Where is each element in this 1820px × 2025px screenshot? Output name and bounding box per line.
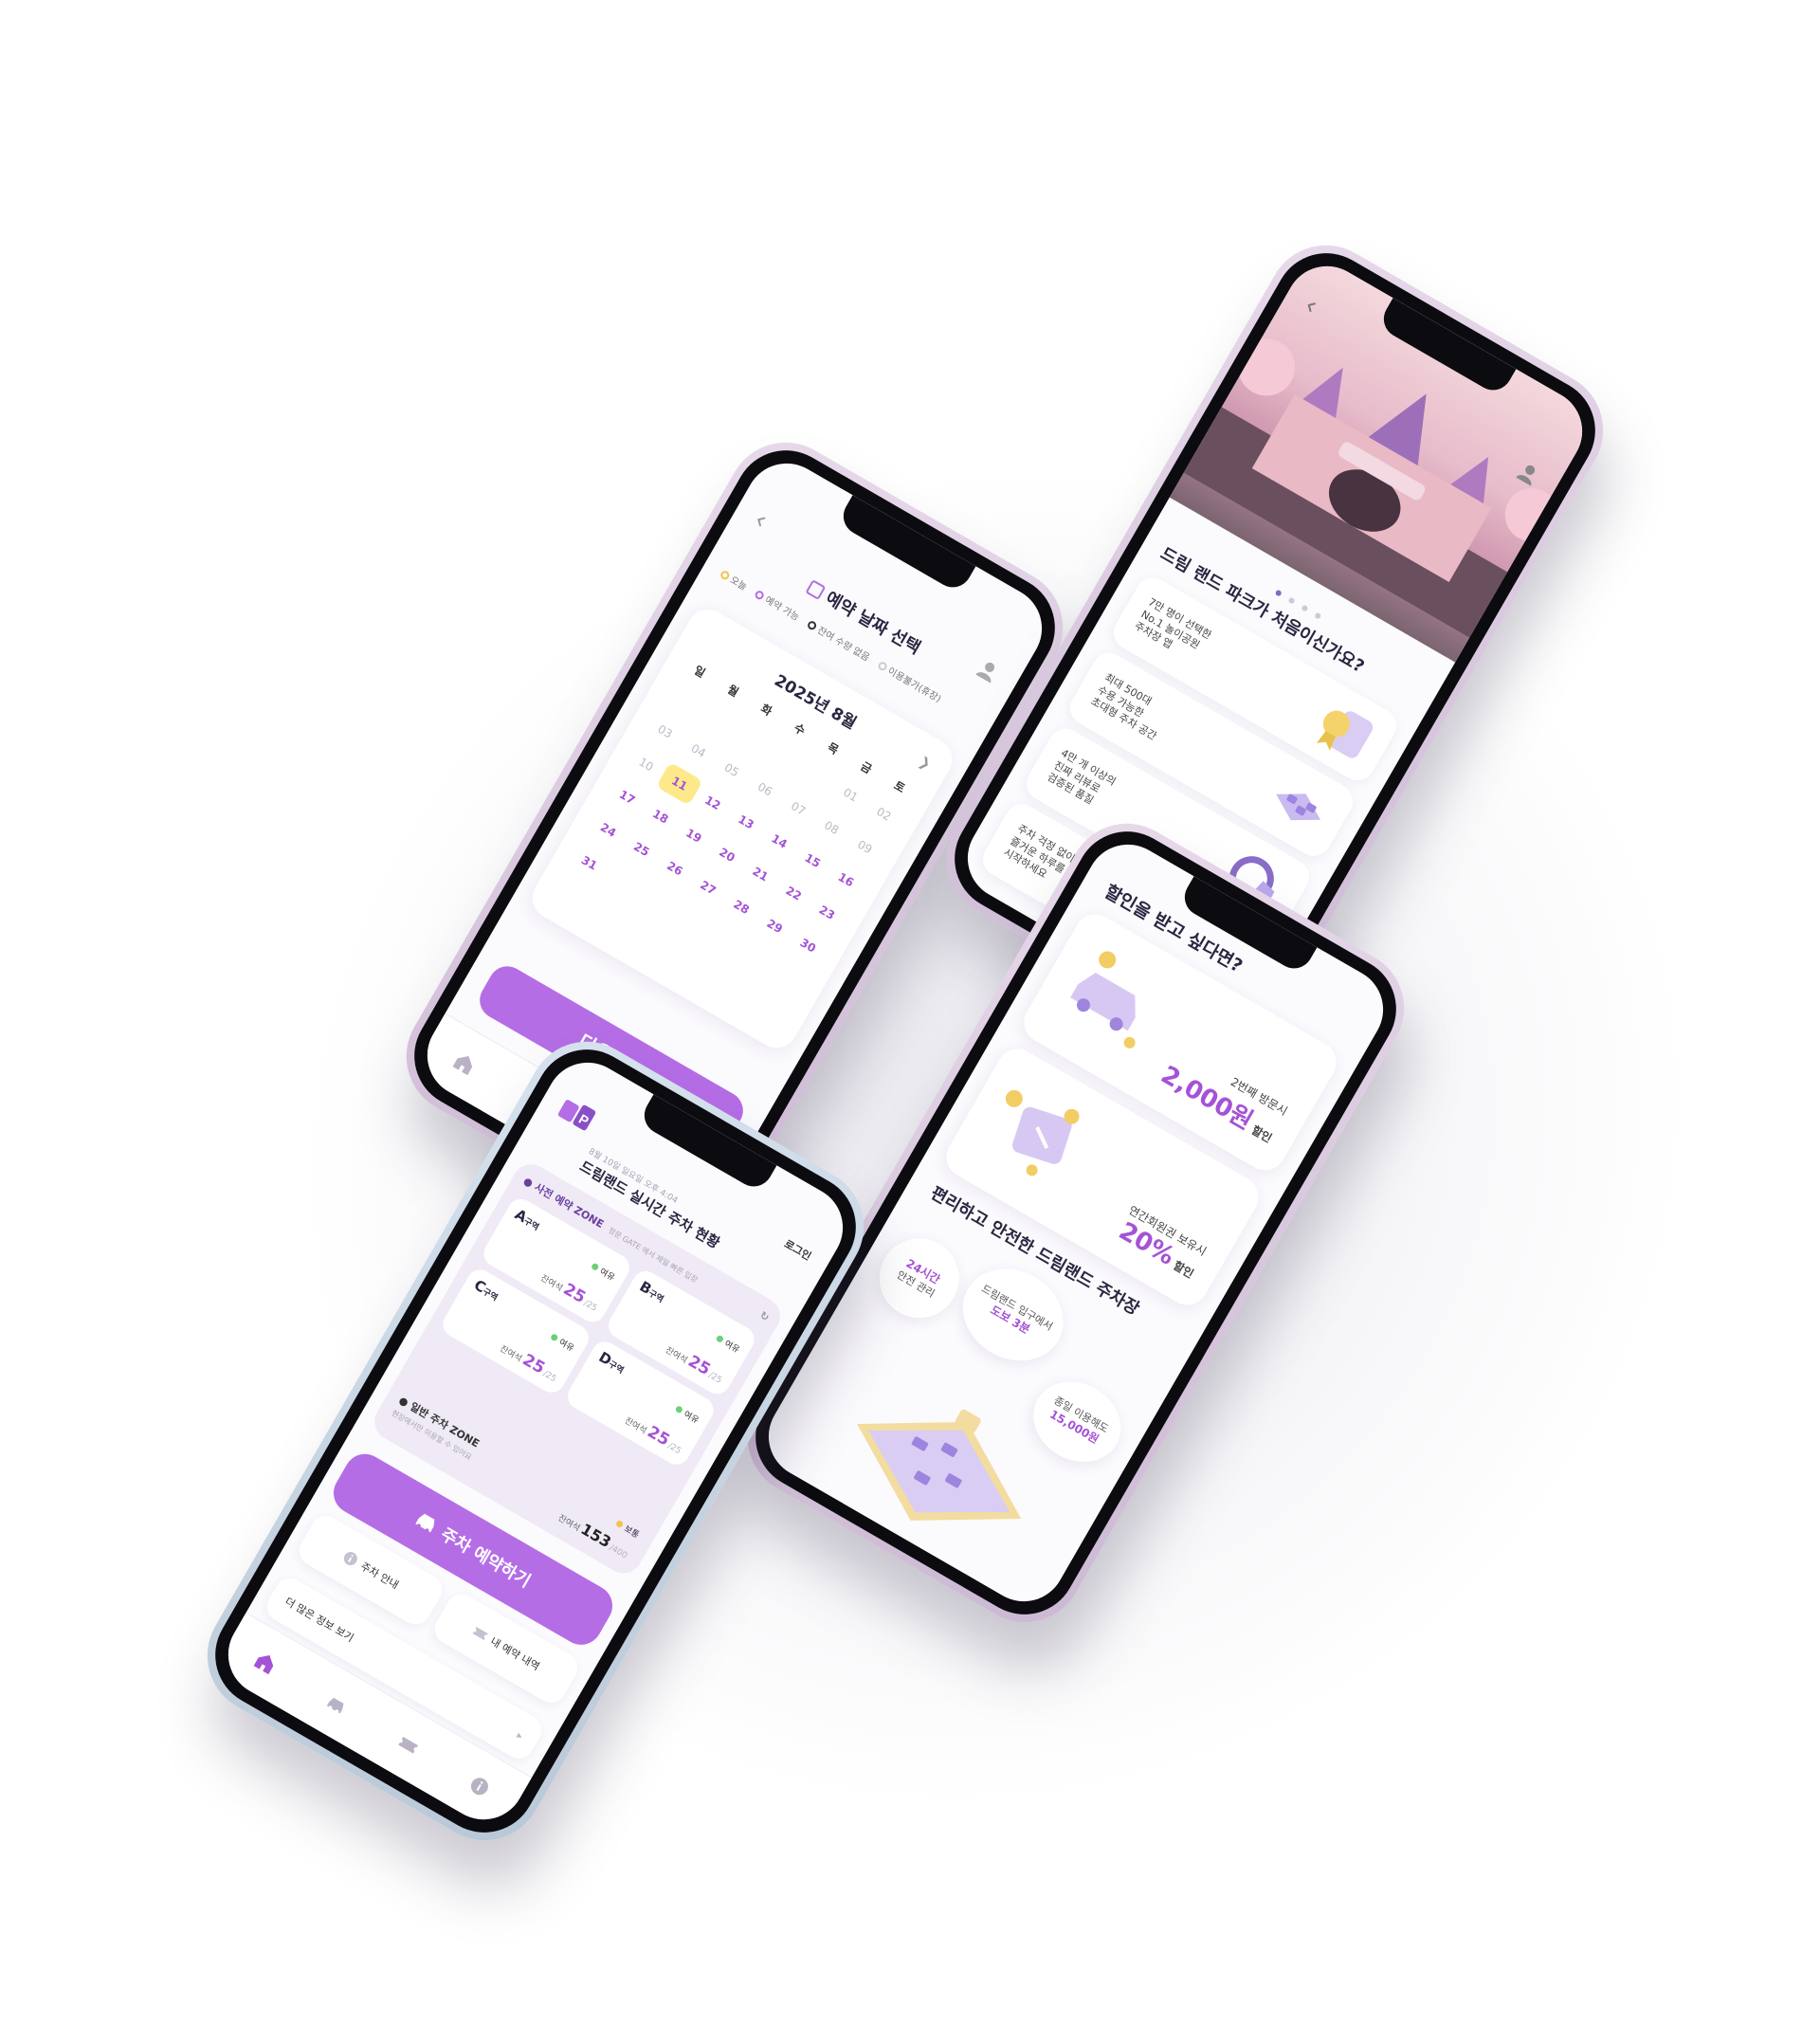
status-dot-icon: [550, 1333, 559, 1342]
info-tab-icon[interactable]: [463, 1769, 497, 1803]
legend-label: 오늘: [728, 575, 749, 593]
home-tab-icon[interactable]: [248, 1645, 282, 1679]
remain-total: /400: [607, 1542, 629, 1561]
status-dot-icon: [716, 1334, 725, 1344]
feature-text: 최대 500대 수용 가능한 초대형 주차 공간: [1088, 670, 1159, 743]
zone-suffix: 구역: [606, 1359, 626, 1377]
car-icon: [415, 1513, 435, 1533]
legend-today: 오늘: [719, 566, 751, 593]
chevron-right-icon: ▸: [515, 1728, 526, 1742]
login-link[interactable]: 로그인: [782, 1236, 814, 1264]
zone-suffix: 구역: [481, 1286, 500, 1304]
home-tab-icon[interactable]: [447, 1046, 482, 1080]
zone-suffix: 구역: [646, 1288, 665, 1305]
info-icon: [343, 1551, 357, 1565]
status-text: 여유: [722, 1339, 741, 1356]
today-dot-icon: [719, 569, 731, 581]
award-badge-icon: [1316, 710, 1374, 758]
discount-unit: 할인: [1171, 1258, 1196, 1281]
remain-label: 잔여석: [538, 1273, 564, 1294]
remain-label: 잔여석: [622, 1416, 648, 1437]
remain-total: /25: [665, 1441, 683, 1457]
feature-text: 7만 명이 선택한 No.1 놀이공원 주차장 앱: [1132, 595, 1214, 652]
closed-dot-icon: [876, 660, 889, 672]
discount-text: 2번째 방문시 2,000원 할인: [1156, 1042, 1290, 1149]
remain-total: /25: [581, 1298, 599, 1314]
discount-text: 연간회원권 보유시 20% 할인: [1112, 1202, 1210, 1285]
remain-total: /25: [706, 1370, 724, 1386]
ticket-coins-icon: [1005, 1089, 1080, 1177]
status-text: 여유: [682, 1410, 701, 1427]
calendar-grid: 일 월 화 수 목 금 토 01 02 03 04 05 06 07 08 09 10 11 12 13 14 15 16 1…: [566, 655, 920, 1001]
more-info-label: 더 많은 정보 보기: [282, 1595, 356, 1645]
ticket-tab-icon[interactable]: [391, 1727, 426, 1761]
menu-label: 주차 안내: [358, 1560, 401, 1592]
reserve-button-label: 주차 예약하기: [437, 1524, 535, 1593]
info-bubble: 24시간 안전 관리: [864, 1223, 974, 1333]
car-coins-icon: [1070, 951, 1136, 1049]
remain-label: 잔여석: [663, 1345, 689, 1366]
calendar-icon: [805, 579, 827, 601]
car-tab-icon[interactable]: [319, 1687, 354, 1721]
parking-lot-illustration: [857, 1409, 1022, 1521]
feature-text: 4만 개 이상의 진짜 리뷰로 검증된 품질: [1045, 746, 1119, 808]
status-dot-icon: [675, 1405, 684, 1414]
remain-label: 잔여석: [555, 1513, 582, 1534]
legend-label: 잔여 수량 없음: [815, 625, 871, 665]
refresh-icon[interactable]: ↻: [757, 1309, 771, 1324]
zone-remaining: 잔여석25/25: [497, 1338, 561, 1386]
remain-total: /25: [540, 1369, 558, 1385]
zone-remaining: 잔여석25/25: [622, 1410, 686, 1458]
back-icon[interactable]: [752, 512, 770, 530]
legend-label: 이용불가(휴장): [885, 666, 943, 705]
legend-label: 예약 가능: [762, 594, 801, 624]
ticket-icon: [472, 1626, 488, 1640]
app-logo-icon: P: [557, 1100, 596, 1131]
menu-label: 내 예약 내역: [488, 1634, 542, 1673]
status-text: 여유: [597, 1267, 616, 1284]
parking-lot-icon: [1276, 794, 1321, 821]
status-text: 여유: [556, 1338, 575, 1355]
status-dot-icon: [615, 1519, 625, 1529]
discount-unit: 할인: [1248, 1122, 1275, 1146]
status-dot-icon: [591, 1262, 600, 1272]
zone-suffix: 구역: [521, 1216, 540, 1233]
remain-label: 잔여석: [498, 1344, 523, 1365]
chevron-right-icon[interactable]: ❯: [917, 754, 934, 773]
back-icon[interactable]: [1302, 298, 1320, 316]
